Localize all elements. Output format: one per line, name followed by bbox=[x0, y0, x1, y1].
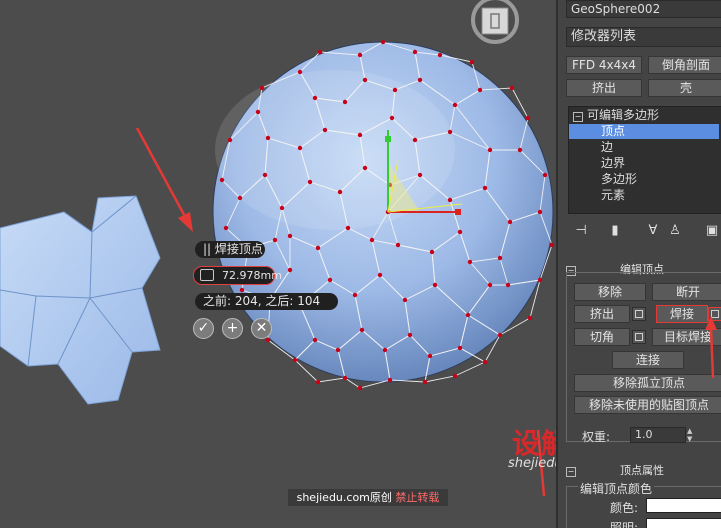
stack-editable-poly[interactable]: − 可编辑多边形 bbox=[573, 108, 721, 123]
remove-isolated-vertices-button[interactable]: 移除孤立顶点 bbox=[574, 374, 721, 392]
show-end-result-icon[interactable]: ▮ bbox=[608, 222, 622, 240]
shell-button[interactable]: 壳 bbox=[648, 79, 721, 97]
annotation-arrow-weld-settings bbox=[705, 316, 717, 379]
illumination-label: 照明: bbox=[610, 521, 639, 528]
stack-item-edge[interactable]: 边 bbox=[569, 140, 719, 155]
make-unique-icon[interactable]: ∀ bbox=[644, 222, 662, 240]
remove-unused-map-verts-button[interactable]: 移除未使用的贴图顶点 bbox=[574, 396, 721, 414]
weld-vertex-count: 之前: 204, 之后: 104 bbox=[195, 293, 338, 310]
illumination-color-swatch[interactable] bbox=[646, 518, 721, 528]
stack-item-element[interactable]: 元素 bbox=[569, 188, 719, 203]
chamfer-settings-icon[interactable] bbox=[632, 330, 646, 344]
watermark-url: shejiedu.com bbox=[508, 456, 556, 471]
bevel-profile-button[interactable]: 倒角剖面 bbox=[648, 56, 721, 74]
modifier-stack[interactable]: − 可编辑多边形 顶点 边 边界 多边形 元素 bbox=[568, 106, 721, 214]
extrude-modifier-button[interactable]: 挤出 bbox=[566, 79, 642, 97]
collapse-icon[interactable]: − bbox=[573, 112, 583, 122]
weld-button[interactable]: 焊接 bbox=[656, 305, 708, 323]
rollout-collapse-icon[interactable]: − bbox=[566, 467, 576, 477]
perspective-viewport[interactable]: || 焊接顶点 72.978mm 之前: 204, 之后: 104 ✓ + ✕ … bbox=[0, 0, 556, 528]
threshold-icon bbox=[200, 269, 214, 281]
chamfer-button[interactable]: 切角 bbox=[574, 328, 630, 346]
weld-threshold-spinner[interactable]: 72.978mm bbox=[193, 266, 282, 285]
weld-caddy-title: || 焊接顶点 bbox=[195, 241, 265, 258]
pin-stack-icon[interactable]: ⊣ bbox=[572, 222, 590, 240]
stack-item-vertex[interactable]: 顶点 bbox=[569, 124, 719, 139]
object-name-field[interactable]: GeoSphere002 bbox=[566, 0, 721, 18]
caddy-ok-button[interactable]: ✓ bbox=[193, 318, 214, 339]
weight-spinner[interactable]: 1.0 bbox=[630, 427, 686, 443]
modifier-list-dropdown[interactable]: 修改器列表 bbox=[566, 27, 721, 47]
weight-label: 权重: bbox=[582, 430, 611, 444]
weight-spinner-arrows[interactable]: ▲ ▼ bbox=[687, 427, 695, 443]
break-button[interactable]: 断开 bbox=[652, 283, 721, 301]
stack-item-polygon[interactable]: 多边形 bbox=[569, 172, 719, 187]
watermark-bar: shejiedu.com原创 禁止转载 bbox=[288, 489, 448, 506]
remove-modifier-icon[interactable]: ♙ bbox=[668, 222, 682, 240]
viewcube[interactable] bbox=[470, 0, 520, 47]
annotation-arrow-left bbox=[135, 127, 193, 232]
flat-hex-patch[interactable] bbox=[0, 195, 161, 405]
command-panel[interactable]: GeoSphere002 修改器列表 FFD 4x4x4 倒角剖面 挤出 壳 −… bbox=[556, 0, 721, 528]
vertex-properties-rollout-header[interactable]: − 顶点属性 bbox=[566, 465, 716, 477]
scene-canvas[interactable] bbox=[0, 0, 556, 528]
ffd-button[interactable]: FFD 4x4x4 bbox=[566, 56, 642, 74]
connect-button[interactable]: 连接 bbox=[612, 351, 684, 369]
weld-threshold-value[interactable]: 72.978mm bbox=[222, 267, 282, 284]
caddy-apply-button[interactable]: + bbox=[222, 318, 243, 339]
vertex-color-swatch[interactable] bbox=[646, 498, 721, 513]
extrude-vertex-button[interactable]: 挤出 bbox=[574, 305, 630, 323]
edit-vertex-color-label: 编辑顶点颜色 bbox=[578, 480, 655, 497]
stack-item-border[interactable]: 边界 bbox=[569, 156, 719, 171]
extrude-settings-icon[interactable] bbox=[632, 307, 646, 321]
caddy-cancel-button[interactable]: ✕ bbox=[251, 318, 272, 339]
color-label: 颜色: bbox=[610, 501, 639, 515]
configure-sets-icon[interactable]: ▣ bbox=[704, 222, 720, 240]
remove-vertex-button[interactable]: 移除 bbox=[574, 283, 646, 301]
